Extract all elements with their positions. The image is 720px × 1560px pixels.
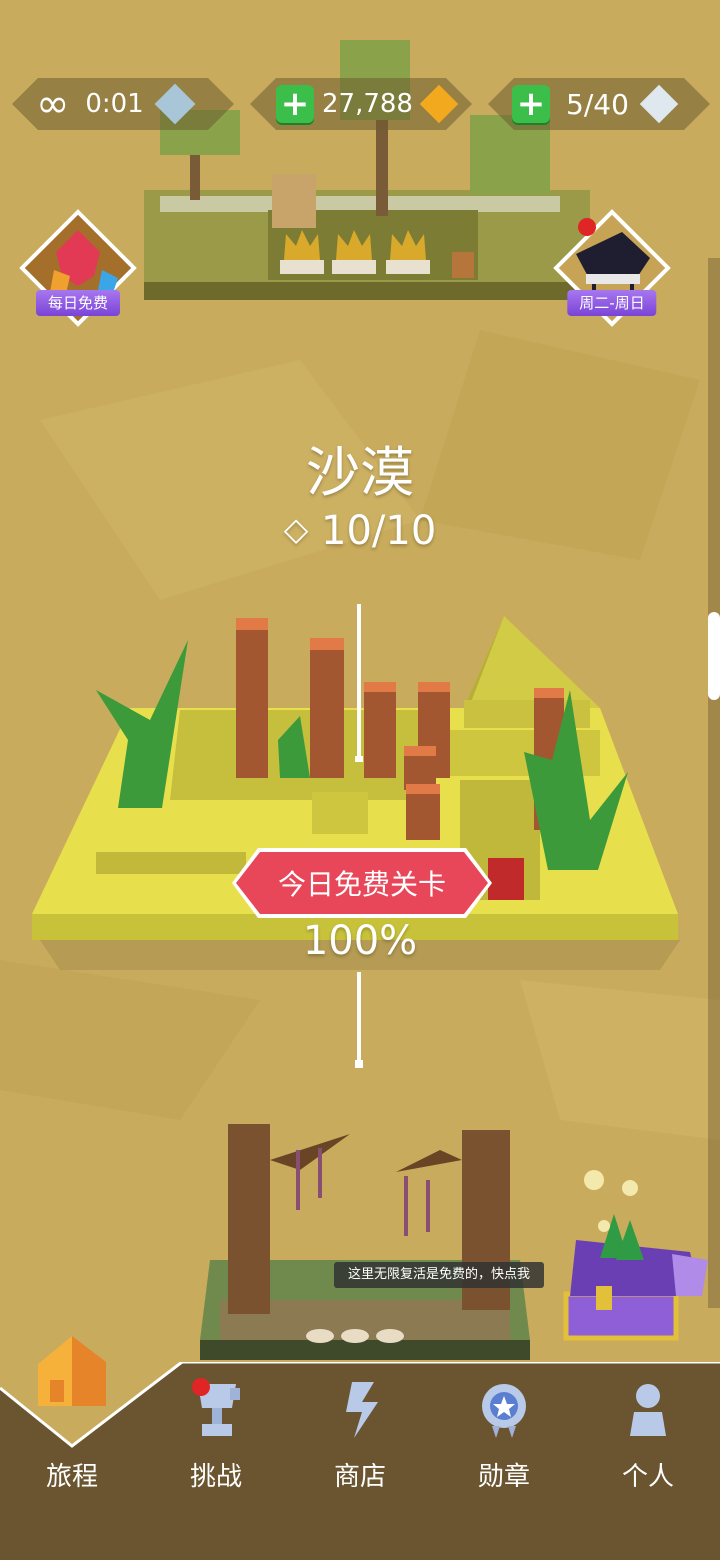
coin-count: 27,788 — [322, 89, 413, 119]
notification-dot — [578, 218, 596, 236]
nav-tab-challenge[interactable]: 挑战 — [144, 1372, 288, 1492]
piano-event-badge[interactable]: 周二-周日 — [552, 208, 672, 328]
coin-pill: + 27,788 — [250, 78, 472, 130]
piano-schedule-label: 周二-周日 — [567, 290, 657, 316]
heart-count: 5/40 — [566, 87, 629, 121]
free-level-banner[interactable]: 今日免费关卡 — [236, 852, 488, 914]
timer-value: 0:01 — [85, 89, 144, 119]
nav-label-journey: 旅程 — [45, 1462, 98, 1492]
diamond-icon: ◇ — [283, 510, 309, 548]
heart-pill: + 5/40 — [488, 78, 710, 130]
forest-level-diorama — [200, 1124, 530, 1360]
level-gem-count: ◇ 10/10 — [0, 508, 720, 554]
nav-tab-profile[interactable]: 个人 — [576, 1372, 720, 1492]
gem-count-value: 10/10 — [321, 508, 437, 554]
daily-free-badge[interactable]: 每日免费 — [18, 208, 138, 328]
scroll-handle[interactable] — [708, 612, 720, 700]
blue-cube-icon — [154, 84, 195, 125]
nav-tab-shop[interactable]: 商店 — [288, 1372, 432, 1492]
nav-label-profile: 个人 — [621, 1462, 674, 1492]
scroll-track[interactable] — [708, 258, 720, 1308]
revive-tooltip[interactable]: 这里无限复活是免费的，快点我 — [334, 1262, 545, 1288]
level-title: 沙漠 — [306, 441, 414, 504]
shop-icon — [346, 1382, 378, 1438]
person-icon — [630, 1384, 666, 1436]
notification-dot — [192, 1378, 210, 1396]
heart-cube-icon — [640, 85, 678, 123]
nav-label-shop: 商店 — [333, 1462, 386, 1492]
gold-cube-icon — [420, 85, 458, 123]
crown-icon — [386, 230, 430, 274]
timer-pill: ∞ 0:01 — [12, 78, 234, 130]
nav-tab-journey[interactable]: 旅程 — [0, 1336, 144, 1492]
daily-free-label: 每日免费 — [35, 290, 121, 316]
nav-label-medals: 勋章 — [477, 1462, 530, 1492]
crown-icon — [332, 230, 376, 274]
add-hearts-button[interactable]: + — [512, 85, 550, 123]
nav-tab-medals[interactable]: 勋章 — [432, 1372, 576, 1492]
free-level-label: 今日免费关卡 — [277, 868, 446, 901]
crown-icon — [280, 230, 324, 274]
medal-icon — [482, 1384, 526, 1438]
infinity-icon: ∞ — [36, 81, 70, 127]
nav-label-challenge: 挑战 — [189, 1462, 242, 1492]
level-progress: 100% — [302, 918, 418, 964]
add-coins-button[interactable]: + — [276, 85, 314, 123]
house-icon — [38, 1336, 106, 1406]
treasure-chest-icon[interactable] — [563, 1170, 708, 1341]
